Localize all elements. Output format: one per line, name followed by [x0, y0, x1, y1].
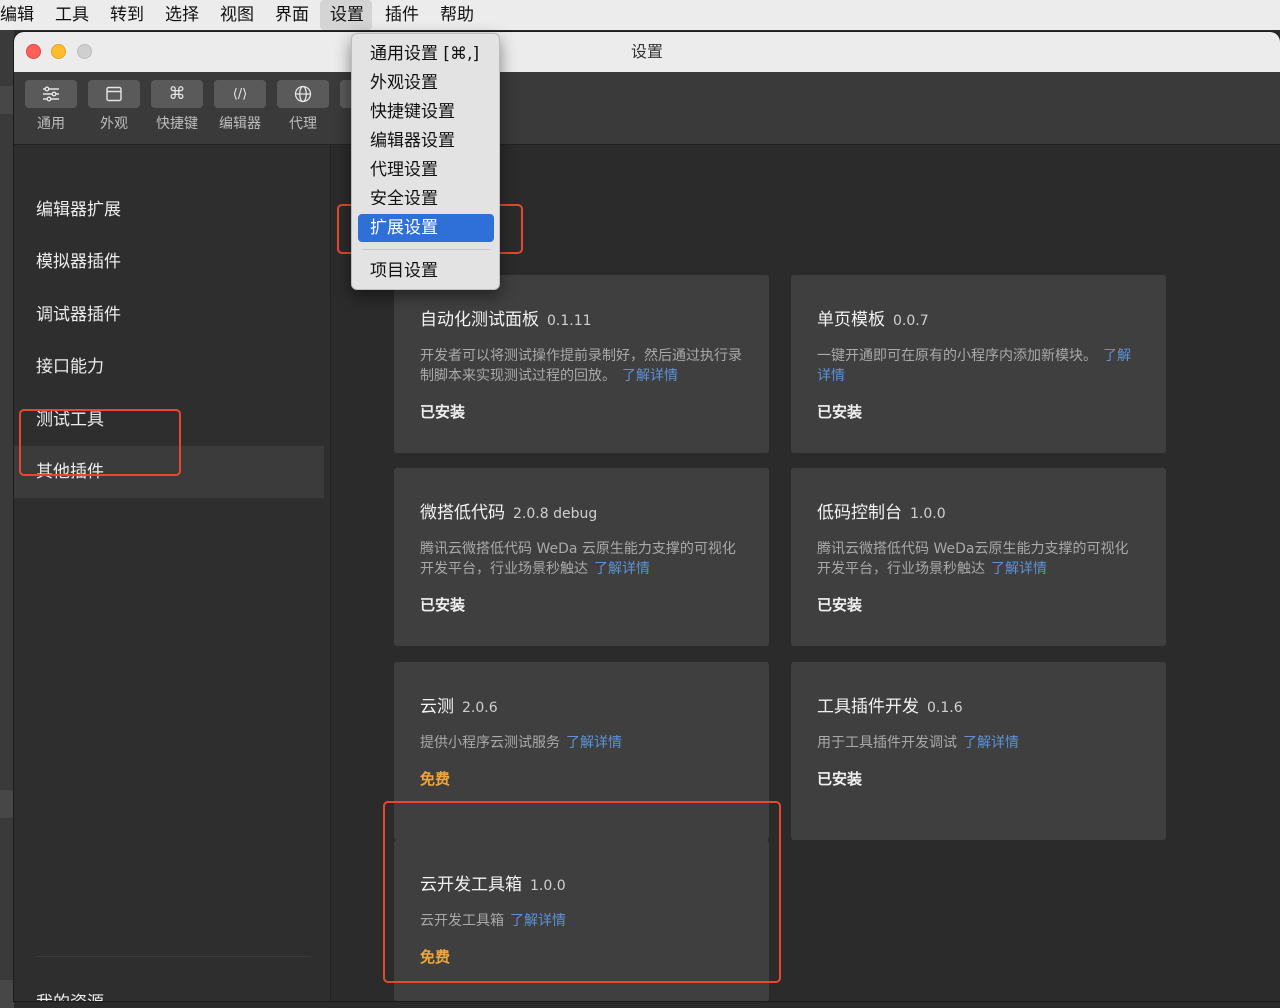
- toolbar-editor-button[interactable]: ⟨/⟩ 编辑器: [214, 80, 266, 133]
- plugin-name: 自动化测试面板: [420, 310, 539, 330]
- plugin-status: 已安装: [817, 770, 863, 788]
- sidebar-item-debugger-plugins[interactable]: 调试器插件: [14, 289, 324, 341]
- plugin-status: 已安装: [420, 403, 466, 421]
- menu-select[interactable]: 选择: [155, 0, 207, 30]
- plugin-title-row: 微搭低代码 2.0.8 debug: [420, 498, 743, 523]
- menu-view[interactable]: 视图: [210, 0, 262, 30]
- background-app-edge: [0, 30, 14, 1008]
- plugin-price: 免费: [420, 770, 451, 788]
- toolbar-label: 通用: [37, 116, 65, 132]
- highlight-box-other-plugins: [19, 409, 181, 476]
- highlight-box-cloud-toolbox: [383, 801, 781, 983]
- plugin-description-text: 用于工具插件开发调试: [817, 735, 957, 751]
- plugin-title-row: 工具插件开发 0.1.6: [817, 692, 1140, 717]
- plugin-name: 单页模板: [817, 310, 885, 330]
- sidebar-item-api-capabilities[interactable]: 接口能力: [14, 341, 324, 393]
- plugin-description-text: 开发者可以将测试操作提前录制好，然后通过执行录制脚本来实现测试过程的回放。: [420, 348, 742, 384]
- plugin-name: 工具插件开发: [817, 697, 919, 717]
- plugin-card[interactable]: 工具插件开发 0.1.6 用于工具插件开发调试 了解详情 已安装: [791, 662, 1166, 840]
- plugin-title-row: 单页模板 0.0.7: [817, 305, 1140, 330]
- plugin-status: 已安装: [420, 596, 466, 614]
- plugin-description-text: 一键开通即可在原有的小程序内添加新模块。: [817, 348, 1097, 364]
- sidebar-item-my-resources[interactable]: 我的资源: [14, 977, 324, 1001]
- toolbar-label: 快捷键: [156, 116, 198, 132]
- code-icon: ⟨/⟩: [214, 80, 266, 108]
- background-panel-fragment: [0, 790, 14, 818]
- toolbar-proxy-button[interactable]: 代理: [277, 80, 329, 133]
- settings-dropdown-menu: 通用设置 [⌘,] 外观设置 快捷键设置 编辑器设置 代理设置 安全设置 扩展设…: [351, 33, 500, 290]
- plugin-title-row: 自动化测试面板 0.1.11: [420, 305, 743, 330]
- menu-plugins[interactable]: 插件: [375, 0, 427, 30]
- menu-item-shortcut-settings[interactable]: 快捷键设置: [358, 98, 494, 126]
- background-panel-fragment: [0, 980, 14, 1008]
- toolbar-shortcuts-button[interactable]: ⌘ 快捷键: [151, 80, 203, 133]
- toolbar-label: 外观: [100, 116, 128, 132]
- plugin-version: 2.0.6: [462, 700, 498, 716]
- menu-tools[interactable]: 工具: [45, 0, 97, 30]
- plugin-name: 微搭低代码: [420, 503, 505, 523]
- plugin-version: 2.0.8 debug: [513, 506, 598, 522]
- menu-item-security-settings[interactable]: 安全设置: [358, 185, 494, 205]
- plugin-description: 腾讯云微搭低代码 WeDa 云原生能力支撑的可视化开发平台，行业场景秒触达 了解详…: [420, 539, 743, 579]
- plugin-description-text: 腾讯云微搭低代码 WeDa 云原生能力支撑的可视化开发平台，行业场景秒触达: [420, 541, 736, 577]
- menu-separator: [362, 249, 490, 250]
- plugin-description: 用于工具插件开发调试 了解详情: [817, 733, 1140, 753]
- learn-more-link[interactable]: 了解详情: [622, 368, 678, 384]
- layout-icon: [88, 80, 140, 108]
- toolbar-appearance-button[interactable]: 外观: [88, 80, 140, 133]
- plugin-description: 开发者可以将测试操作提前录制好，然后通过执行录制脚本来实现测试过程的回放。 了解详…: [420, 346, 743, 386]
- menu-item-general-settings[interactable]: 通用设置 [⌘,]: [358, 40, 494, 68]
- plugin-version: 0.1.6: [927, 700, 963, 716]
- plugin-card[interactable]: 自动化测试面板 0.1.11 开发者可以将测试操作提前录制好，然后通过执行录制脚本…: [394, 275, 769, 453]
- globe-icon: [277, 80, 329, 108]
- learn-more-link[interactable]: 了解详情: [991, 561, 1047, 577]
- background-toolbar-fragment: [0, 86, 14, 114]
- menu-bar: 编辑 工具 转到 选择 视图 界面 设置 插件 帮助: [0, 0, 1280, 30]
- toolbar-label: 编辑器: [219, 116, 261, 132]
- plugin-status: 已安装: [817, 403, 863, 421]
- plugin-description-text: 腾讯云微搭低代码 WeDa云原生能力支撑的可视化开发平台，行业场景秒触达: [817, 541, 1129, 577]
- menu-item-appearance-settings[interactable]: 外观设置: [358, 69, 494, 97]
- menu-item-proxy-settings[interactable]: 代理设置: [358, 156, 494, 184]
- plugin-card[interactable]: 单页模板 0.0.7 一键开通即可在原有的小程序内添加新模块。 了解详情 已安装: [791, 275, 1166, 453]
- plugin-card[interactable]: 低码控制台 1.0.0 腾讯云微搭低代码 WeDa云原生能力支撑的可视化开发平台，…: [791, 468, 1166, 646]
- plugin-version: 0.0.7: [893, 313, 929, 329]
- sidebar-item-simulator-plugins[interactable]: 模拟器插件: [14, 236, 324, 288]
- menu-item-project-settings[interactable]: 项目设置: [358, 257, 494, 285]
- plugin-title-row: 低码控制台 1.0.0: [817, 498, 1140, 523]
- plugin-description: 一键开通即可在原有的小程序内添加新模块。 了解详情: [817, 346, 1140, 386]
- menu-help[interactable]: 帮助: [430, 0, 482, 30]
- toolbar-label: 代理: [289, 116, 317, 132]
- plugin-name: 低码控制台: [817, 503, 902, 523]
- menu-edit[interactable]: 编辑: [0, 0, 42, 30]
- menu-goto[interactable]: 转到: [100, 0, 152, 30]
- settings-toolbar: 通用 外观 ⌘ 快捷键 ⟨/⟩ 编辑器 代理: [14, 72, 1280, 145]
- menu-item-editor-settings[interactable]: 编辑器设置: [358, 127, 494, 155]
- plugin-name: 云测: [420, 697, 454, 717]
- menu-item-extension-settings[interactable]: 扩展设置: [358, 214, 494, 242]
- sliders-icon: [25, 80, 77, 108]
- command-key-icon: ⌘: [151, 80, 203, 108]
- plugin-status: 已安装: [817, 596, 863, 614]
- window-titlebar: 设置: [14, 32, 1280, 72]
- plugin-version: 0.1.11: [547, 313, 592, 329]
- plugin-description-text: 提供小程序云测试服务: [420, 735, 560, 751]
- learn-more-link[interactable]: 了解详情: [963, 735, 1019, 751]
- sidebar-item-editor-extensions[interactable]: 编辑器扩展: [14, 184, 324, 236]
- plugin-card[interactable]: 微搭低代码 2.0.8 debug 腾讯云微搭低代码 WeDa 云原生能力支撑的可…: [394, 468, 769, 646]
- plugin-description: 腾讯云微搭低代码 WeDa云原生能力支撑的可视化开发平台，行业场景秒触达 了解详情: [817, 539, 1140, 579]
- plugin-version: 1.0.0: [910, 506, 946, 522]
- plugin-title-row: 云测 2.0.6: [420, 692, 743, 717]
- sidebar-divider: [36, 956, 311, 957]
- plugin-description: 提供小程序云测试服务 了解详情: [420, 733, 743, 753]
- toolbar-general-button[interactable]: 通用: [25, 80, 77, 133]
- learn-more-link[interactable]: 了解详情: [594, 561, 650, 577]
- settings-sidebar: 编辑器扩展 模拟器插件 调试器插件 接口能力 测试工具 其他插件 我的资源: [14, 145, 331, 1001]
- menu-interface[interactable]: 界面: [265, 0, 317, 30]
- window-title: 设置: [630, 42, 663, 61]
- learn-more-link[interactable]: 了解详情: [566, 735, 622, 751]
- menu-settings[interactable]: 设置: [320, 0, 372, 30]
